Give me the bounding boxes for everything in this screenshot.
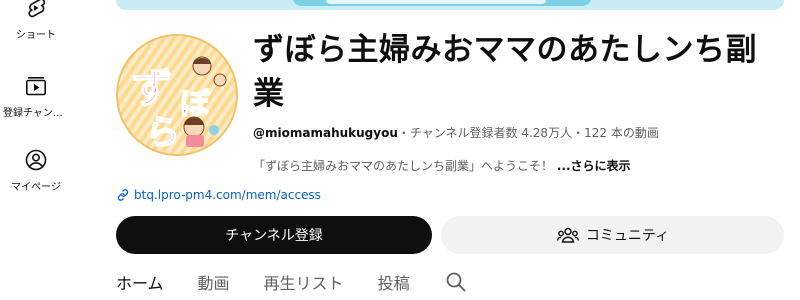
sidebar-item-label: 登録チャンネル [3, 108, 69, 119]
community-icon [556, 227, 580, 243]
channel-handle: @miomamahukugyou [253, 126, 398, 140]
search-icon[interactable] [444, 270, 468, 294]
subscribe-label: チャンネル登録 [225, 228, 323, 244]
link-icon [117, 189, 129, 201]
avatar-illustration: ず ぼ ら [116, 34, 238, 156]
meta-separator: ・ [572, 126, 585, 140]
avatar-letter: ぼ [180, 87, 211, 122]
channel-meta: @miomamahukugyou・チャンネル登録者数 4.28万人・122 本の… [253, 124, 659, 141]
channel-name: ずぼら主婦みおママのあたしンち副業 [253, 32, 757, 112]
sidebar-item-subscriptions[interactable]: 登録チャンネル [0, 74, 72, 119]
tab-home[interactable]: ホーム [116, 270, 164, 294]
sidebar-item-shorts[interactable]: ショート [0, 0, 72, 41]
meta-separator: ・ [397, 126, 410, 140]
channel-avatar[interactable]: ず ぼ ら [116, 34, 238, 156]
channel-banner [116, 0, 784, 10]
channel-description[interactable]: 「ずぼら主婦みおママのあたしンち副業」へようこそ！ ...さらに表示 [253, 157, 631, 174]
sidebar-item-label: マイページ [11, 182, 61, 193]
shorts-icon [28, 0, 46, 18]
sidebar-item-you[interactable]: マイページ [0, 148, 72, 193]
subscribe-button[interactable]: チャンネル登録 [116, 216, 432, 254]
channel-tabs: ホーム 動画 再生リスト 投稿 [116, 264, 468, 300]
account-icon [25, 149, 47, 171]
avatar-letter: ず [132, 66, 172, 112]
tab-playlists[interactable]: 再生リスト [264, 270, 344, 294]
channel-link[interactable]: btq.lpro-pm4.com/mem/access [116, 188, 321, 202]
avatar-letter: ら [146, 113, 180, 153]
description-text: 「ずぼら主婦みおママのあたしンち副業」へようこそ！ [253, 159, 554, 173]
video-count: 122 本の動画 [584, 126, 659, 140]
subscriptions-icon [25, 77, 46, 96]
tab-posts[interactable]: 投稿 [378, 270, 410, 294]
tab-videos[interactable]: 動画 [198, 270, 230, 294]
community-button[interactable]: コミュニティ [441, 216, 784, 254]
show-more-link[interactable]: ...さらに表示 [557, 159, 631, 173]
sidebar-item-label: ショート [16, 30, 56, 41]
subscriber-count: チャンネル登録者数 4.28万人 [409, 126, 573, 140]
community-label: コミュニティ [585, 228, 670, 244]
channel-link-text[interactable]: btq.lpro-pm4.com/mem/access [134, 188, 321, 202]
left-sidebar: ショート 登録チャンネル マイページ [0, 0, 72, 300]
